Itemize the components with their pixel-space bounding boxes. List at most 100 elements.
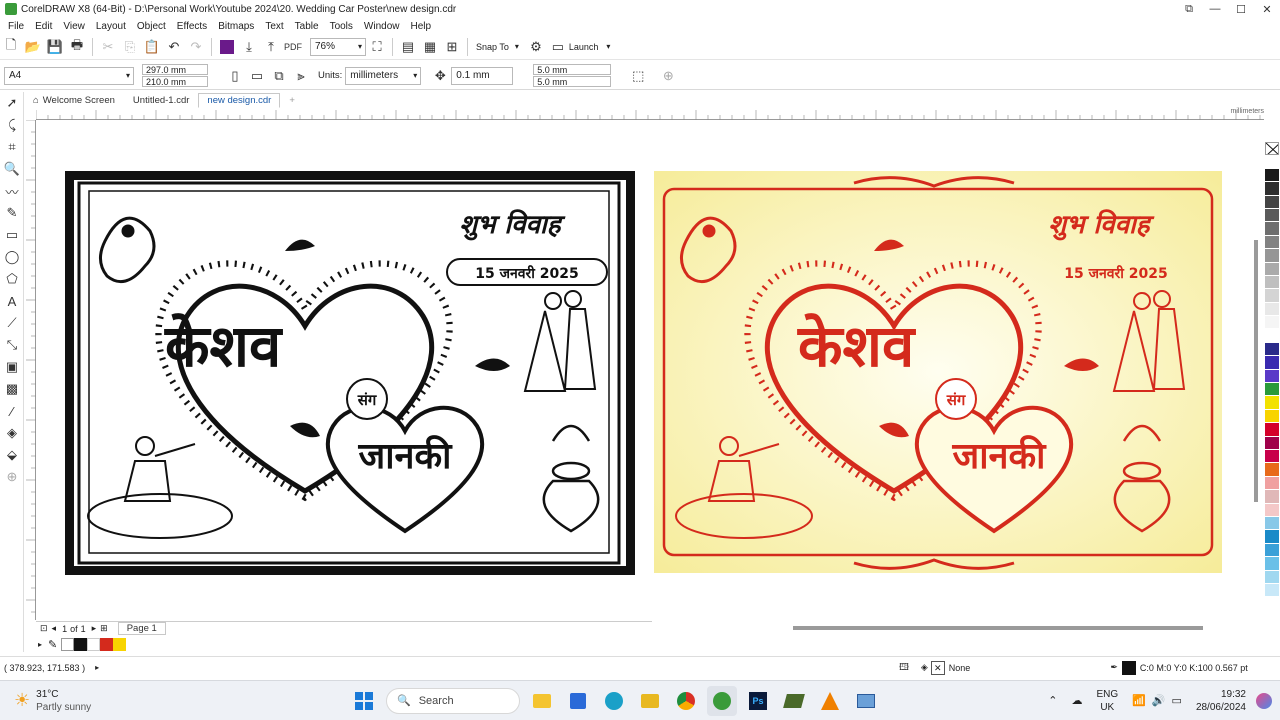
import-icon[interactable]: ⤓ <box>238 36 260 58</box>
new-document-icon[interactable]: 🗋 <box>0 36 22 58</box>
edge-browser-icon[interactable] <box>599 686 629 716</box>
poster-bw[interactable]: केशव संग जानकी शुभ विवाह 15 जनवरी 2025 <box>65 171 635 575</box>
new-tab-icon[interactable]: + <box>280 93 304 108</box>
corel-connect-icon[interactable] <box>216 36 238 58</box>
next-page-icon[interactable]: ▸ <box>92 623 97 634</box>
menu-text[interactable]: Text <box>265 21 283 32</box>
horizontal-scrollbar[interactable] <box>793 626 1203 630</box>
launch-app-icon[interactable]: ▭ <box>547 36 569 58</box>
chevron-down-icon[interactable]: ▾ <box>515 42 519 51</box>
palette-swatch[interactable] <box>1265 208 1279 223</box>
eyedropper-icon[interactable]: ⁄ <box>0 400 24 422</box>
horizontal-ruler[interactable]: millimeters <box>35 108 1264 120</box>
open-folder-icon[interactable]: 📂 <box>22 36 44 58</box>
tab-new-design[interactable]: new design.cdr <box>198 93 281 108</box>
palette-swatch[interactable] <box>1265 302 1279 317</box>
clock[interactable]: 19:32 28/06/2024 <box>1196 688 1246 714</box>
no-fill-swatch[interactable]: ✕ <box>930 660 945 675</box>
menu-edit[interactable]: Edit <box>35 21 52 32</box>
palette-swatch[interactable] <box>1265 342 1279 357</box>
battery-icon[interactable]: ▭ <box>1172 694 1182 707</box>
file-explorer-icon[interactable] <box>527 686 557 716</box>
language-indicator[interactable]: ENG UK <box>1096 688 1118 714</box>
launch-button[interactable]: Launch <box>569 42 599 52</box>
palette-swatch[interactable] <box>1265 235 1279 250</box>
palette-swatch[interactable] <box>1265 195 1279 209</box>
interactive-fill-icon[interactable]: ◈ <box>0 422 24 444</box>
palette-swatch[interactable] <box>1265 155 1279 169</box>
yellow-swatch[interactable] <box>113 637 127 651</box>
snap-to-button[interactable]: Snap To <box>476 42 509 52</box>
prev-page-icon[interactable]: ◂ <box>52 623 57 634</box>
pdf-icon[interactable]: PDF <box>282 36 304 58</box>
parallel-dimension-icon[interactable]: ⟋ <box>0 312 24 334</box>
microsoft-store-icon[interactable] <box>563 686 593 716</box>
chevron-down-icon[interactable]: ▾ <box>606 42 610 51</box>
tab-page-1[interactable]: Page 1 <box>117 622 166 635</box>
page-width-input[interactable]: 297.0 mm <box>142 64 208 75</box>
chrome-browser-icon[interactable] <box>671 686 701 716</box>
palette-swatch[interactable] <box>1265 530 1279 544</box>
palette-swatch[interactable] <box>1265 409 1279 424</box>
transparency-tool-icon[interactable]: ▩ <box>0 378 24 400</box>
paste-icon[interactable]: 📋 <box>141 36 163 58</box>
palette-swatch[interactable] <box>1265 356 1279 370</box>
palette-swatch[interactable] <box>1265 316 1279 330</box>
save-icon[interactable]: 💾 <box>44 36 66 58</box>
export-icon[interactable]: ⤒ <box>260 36 282 58</box>
drawing-canvas[interactable]: केशव संग जानकी शुभ विवाह 15 जनवरी 2025 क… <box>37 121 1263 621</box>
palette-swatch[interactable] <box>1265 222 1279 236</box>
drop-shadow-icon[interactable]: ▣ <box>0 356 24 378</box>
palette-swatch[interactable] <box>1265 262 1279 276</box>
tab-untitled-1[interactable]: Untitled-1.cdr <box>124 93 199 108</box>
cloud-icon[interactable]: ☁ <box>1071 694 1082 707</box>
vertical-scrollbar[interactable] <box>1254 240 1258 502</box>
windows-start-icon[interactable] <box>349 686 379 716</box>
redo-icon[interactable]: ↷ <box>185 36 207 58</box>
add-page-icon[interactable]: ⊞ <box>100 623 108 634</box>
portrait-icon[interactable]: ▯ <box>224 65 246 87</box>
undo-icon[interactable]: ↶ <box>163 36 185 58</box>
duplicate-x-input[interactable]: 5.0 mm <box>533 64 612 75</box>
menu-object[interactable]: Object <box>137 21 166 32</box>
minimize-button[interactable]: — <box>1202 0 1228 18</box>
cut-icon[interactable]: ✂ <box>97 36 119 58</box>
color-proof-icon[interactable]: 🖽 <box>899 660 909 676</box>
red-swatch[interactable] <box>100 637 114 651</box>
smart-fill-icon[interactable]: ⬙ <box>0 444 24 466</box>
photoshop-icon[interactable]: Ps <box>743 686 773 716</box>
page-size-select[interactable]: A4 ▾ <box>4 66 134 85</box>
black-swatch[interactable] <box>74 637 88 651</box>
units-select[interactable]: millimeters ▾ <box>345 66 422 85</box>
expand-icon[interactable]: ▸ <box>38 640 42 649</box>
palette-swatch[interactable] <box>1265 275 1279 290</box>
coreldraw-app-icon[interactable] <box>707 685 737 716</box>
vertical-ruler[interactable] <box>24 119 36 620</box>
pick-tool-icon[interactable]: ➚ <box>0 92 24 114</box>
monitor-app-icon[interactable] <box>851 686 881 716</box>
menu-help[interactable]: Help <box>411 21 432 32</box>
close-button[interactable]: ✕ <box>1254 0 1280 18</box>
palette-swatch[interactable] <box>1265 396 1279 410</box>
palette-swatch[interactable] <box>1265 249 1279 263</box>
chevron-up-icon[interactable]: ⌃ <box>1048 694 1057 707</box>
menu-tools[interactable]: Tools <box>330 21 353 32</box>
menu-file[interactable]: File <box>8 21 24 32</box>
menu-table[interactable]: Table <box>295 21 319 32</box>
artistic-media-icon[interactable]: ✎ <box>0 202 24 224</box>
show-guidelines-icon[interactable]: ⊞ <box>441 36 463 58</box>
polygon-tool-icon[interactable]: ⬠ <box>0 268 24 290</box>
menu-bitmaps[interactable]: Bitmaps <box>218 21 254 32</box>
palette-swatch[interactable] <box>1265 490 1279 504</box>
palette-swatch[interactable] <box>1265 383 1279 397</box>
full-screen-icon[interactable]: ⛶ <box>366 36 388 58</box>
play-icon[interactable]: ▸ <box>95 663 99 672</box>
treat-as-filled-icon[interactable]: ⬚ <box>627 65 649 87</box>
nudge-distance-input[interactable]: 0.1 mm <box>451 66 514 85</box>
menu-layout[interactable]: Layout <box>96 21 126 32</box>
vlc-icon[interactable] <box>815 686 845 716</box>
palette-swatch[interactable] <box>1265 289 1279 303</box>
app-icon[interactable] <box>779 686 809 716</box>
wifi-icon[interactable]: 📶 <box>1132 694 1146 707</box>
copy-icon[interactable]: ⎘ <box>119 36 141 58</box>
